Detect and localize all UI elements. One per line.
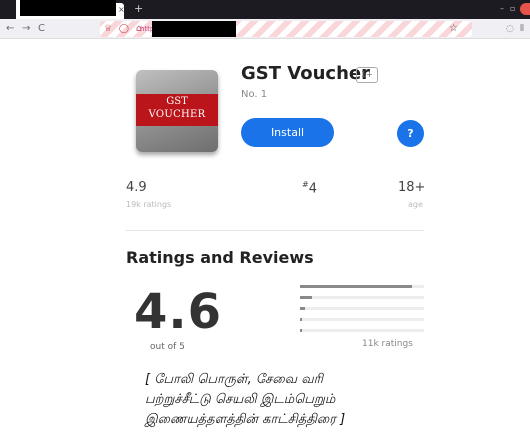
help-button[interactable]: ? bbox=[397, 120, 424, 147]
section-divider bbox=[126, 230, 424, 231]
rating-bar-1-star bbox=[300, 329, 424, 332]
url-redacted bbox=[152, 21, 236, 37]
window-close-icon[interactable] bbox=[520, 3, 530, 15]
app-icon-text-voucher: VOUCHER bbox=[148, 109, 206, 120]
rank-hash: # bbox=[302, 180, 309, 189]
rating-bar-fill bbox=[300, 329, 303, 332]
rating-bar-fill bbox=[300, 285, 412, 288]
app-title: GST Voucher bbox=[241, 63, 370, 84]
age-value: 18+ bbox=[398, 180, 426, 195]
browser-nav-bar: ← → C ♕ ◯ ⌂ http ☆ ◌ ⦀ bbox=[0, 19, 530, 39]
rating-bar-5-star bbox=[300, 285, 424, 288]
library-icon[interactable]: ⦀ bbox=[520, 22, 524, 36]
tab-title-redacted bbox=[16, 0, 116, 16]
rating-bar-fill bbox=[300, 318, 303, 321]
rating-bar-fill bbox=[300, 296, 313, 299]
average-rating: 4.6 bbox=[134, 284, 223, 340]
rating-bar-2-star bbox=[300, 318, 424, 321]
install-button[interactable]: Install bbox=[241, 118, 334, 147]
url-security-icons: ♕ ◯ ⌂ bbox=[104, 24, 144, 34]
app-icon: GST VOUCHER bbox=[136, 70, 218, 152]
url-bar[interactable]: ♕ ◯ ⌂ http ☆ bbox=[100, 21, 472, 37]
app-icon-text-gst: GST bbox=[166, 96, 188, 107]
rating-count-sub: 19k ratings bbox=[126, 200, 172, 209]
new-tab-icon[interactable]: + bbox=[134, 3, 143, 15]
rating-bar-fill bbox=[300, 307, 305, 310]
age-label: age bbox=[408, 200, 423, 209]
browser-tab-bar: × + – ▫ bbox=[0, 0, 530, 19]
age-rating-badge: 1+ bbox=[356, 67, 378, 83]
chart-rank: #4 bbox=[302, 177, 317, 197]
forward-icon[interactable]: → bbox=[22, 22, 30, 36]
total-ratings-count: 11k ratings bbox=[362, 339, 413, 349]
rating-bar-3-star bbox=[300, 307, 424, 310]
minimize-icon[interactable]: – bbox=[500, 4, 504, 14]
caption-line-2: பற்றுச்சீட்டு செயலி இடம்பெறும் bbox=[145, 392, 336, 407]
rating-bar-4-star bbox=[300, 296, 424, 299]
ratings-reviews-title: Ratings and Reviews bbox=[126, 248, 314, 267]
caption-line-1: [ போலி பொருள், சேவை வரி bbox=[145, 372, 324, 387]
rating-value: 4.9 bbox=[126, 180, 147, 195]
tab-close-icon[interactable]: × bbox=[118, 5, 125, 15]
bookmark-star-icon[interactable]: ☆ bbox=[449, 22, 458, 36]
rank-number: 4 bbox=[308, 181, 317, 197]
maximize-icon[interactable]: ▫ bbox=[510, 4, 515, 14]
screenshot-caption: [ போலி பொருள், சேவை வரி பற்றுச்சீட்டு செ… bbox=[145, 370, 445, 430]
back-icon[interactable]: ← bbox=[6, 22, 14, 36]
caption-line-3: இணையத்தளத்தின் காட்சித்திரை ] bbox=[145, 412, 346, 427]
out-of-label: out of 5 bbox=[150, 342, 185, 352]
app-icon-banner: GST VOUCHER bbox=[136, 94, 218, 126]
reload-icon[interactable]: C bbox=[38, 22, 45, 36]
rating-distribution bbox=[300, 285, 424, 340]
pocket-icon[interactable]: ◌ bbox=[506, 22, 514, 36]
app-rank: No. 1 bbox=[241, 89, 268, 100]
